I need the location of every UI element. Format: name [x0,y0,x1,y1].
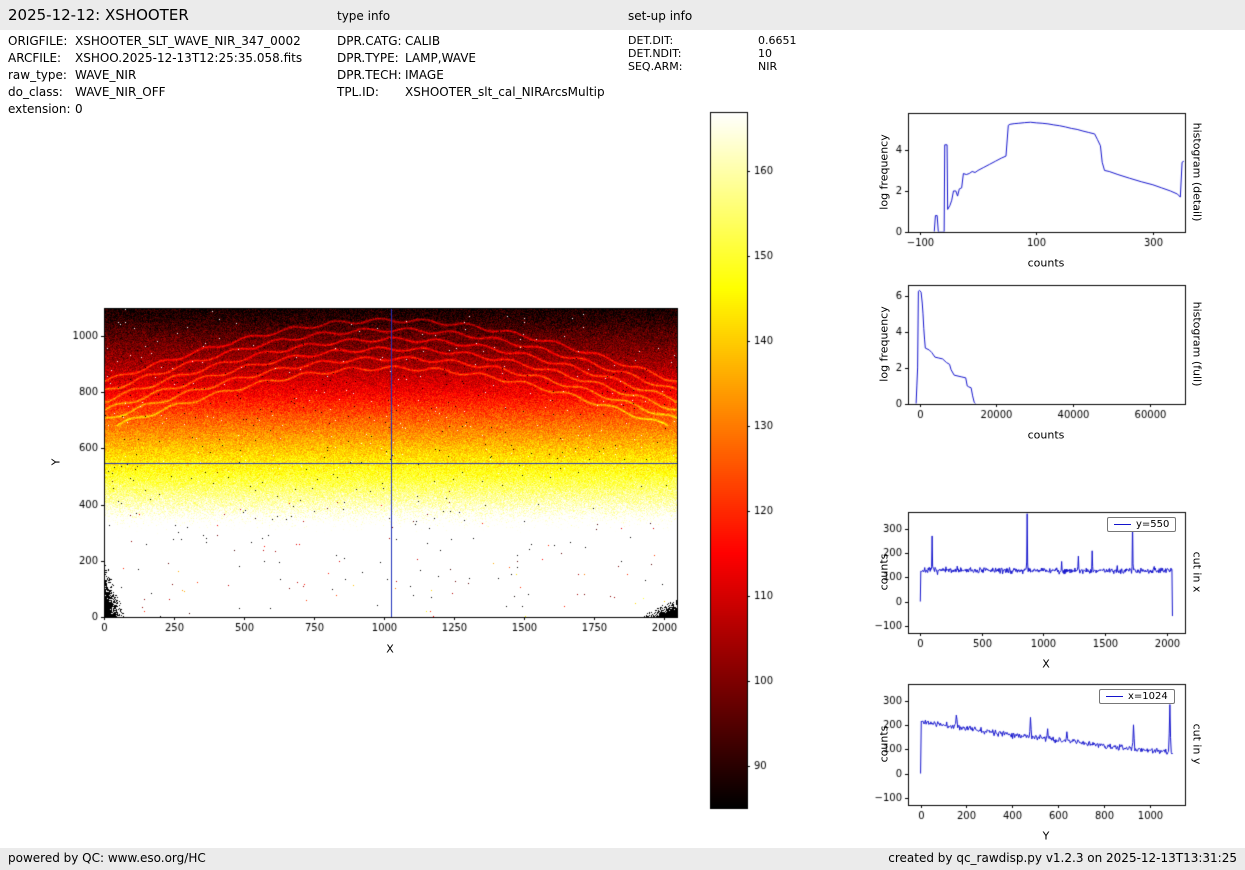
meta-label: extension: [8,102,71,116]
footer-credit-right: created by qc_rawdisp.py v1.2.3 on 2025-… [888,851,1237,865]
meta-label: ORIGFILE: [8,34,68,48]
meta-value: XSHOOTER_slt_cal_NIRArcsMultip [405,85,605,99]
cut-in-x-x-label: X [1042,657,1050,671]
legend-label: x=1024 [1128,691,1168,702]
meta-row-arcfile: ARCFILE: XSHOO.2025-12-13T12:25:35.058.fi… [8,50,302,67]
meta-value: 0.6651 [758,34,797,47]
footer-credit-left: powered by QC: www.eso.org/HC [8,851,206,865]
header-bar: 2025-12-12: XSHOOTER type info set-up in… [0,0,1245,30]
meta-row-do-class: do_class: WAVE_NIR_OFF [8,84,302,101]
meta-row-dpr-catg: DPR.CATG: CALIB [337,33,605,50]
histogram-full-side-label: histogram (full) [1190,301,1204,387]
meta-row-tpl-id: TPL.ID: XSHOOTER_slt_cal_NIRArcsMultip [337,84,605,101]
meta-value: CALIB [405,34,441,48]
setup-info-block: DET.DIT: 0.6651 DET.NDIT: 10 SEQ.ARM: NIR [628,34,797,73]
meta-value: IMAGE [405,68,444,82]
histogram-full-x-label: counts [1027,428,1065,442]
meta-label: DPR.TECH: [337,68,402,82]
histogram-detail-y-label: log frequency [877,134,891,210]
meta-row-dpr-tech: DPR.TECH: IMAGE [337,67,605,84]
meta-label: do_class: [8,85,63,99]
cut-in-y-x-label: Y [1042,829,1050,843]
cut-in-x-side-label: cut in x [1190,551,1204,593]
meta-value: WAVE_NIR_OFF [75,85,166,99]
meta-row-raw-type: raw_type: WAVE_NIR [8,67,302,84]
meta-label: DPR.TYPE: [337,51,399,65]
cut-in-y-y-label: counts [877,725,891,763]
histogram-full-y-label: log frequency [877,306,891,382]
meta-value: XSHOOTER_SLT_WAVE_NIR_347_0002 [75,34,301,48]
type-info-block: DPR.CATG: CALIB DPR.TYPE: LAMP,WAVE DPR.TE… [337,33,605,101]
legend-label: y=550 [1136,519,1170,530]
histogram-detail-x-label: counts [1027,256,1065,270]
meta-value: XSHOO.2025-12-13T12:25:35.058.fits [75,51,303,65]
file-info-block: ORIGFILE: XSHOOTER_SLT_WAVE_NIR_347_0002 … [8,33,302,118]
detector-x-axis-label: X [386,642,394,656]
legend-line-sample-icon [1106,696,1123,697]
legend-cut-in-x: y=550 [1107,517,1177,532]
legend-cut-in-y: x=1024 [1099,689,1175,704]
meta-label: DET.DIT: [628,34,674,47]
type-info-heading: type info [337,9,391,23]
meta-row-dpr-type: DPR.TYPE: LAMP,WAVE [337,50,605,67]
meta-label: TPL.ID: [337,85,379,99]
meta-row-extension: extension: 0 [8,101,302,118]
meta-value: 10 [758,47,772,60]
meta-value: WAVE_NIR [75,68,137,82]
legend-line-sample-icon [1114,524,1131,525]
setup-info-heading: set-up info [628,9,693,23]
detector-y-axis-label: Y [49,458,63,466]
meta-value: 0 [75,102,83,116]
histogram-detail-side-label: histogram (detail) [1190,122,1204,222]
meta-value: LAMP,WAVE [405,51,477,65]
meta-label: DET.NDIT: [628,47,682,60]
meta-value: NIR [758,60,778,73]
meta-row-det-ndit: DET.NDIT: 10 [628,47,797,60]
page-title: 2025-12-12: XSHOOTER [8,6,189,24]
meta-label: ARCFILE: [8,51,62,65]
meta-label: raw_type: [8,68,67,82]
meta-row-seq-arm: SEQ.ARM: NIR [628,60,797,73]
qc-report-page: 2025-12-12: XSHOOTER type info set-up in… [0,0,1245,870]
meta-row-det-dit: DET.DIT: 0.6651 [628,34,797,47]
footer-bar: powered by QC: www.eso.org/HC created by… [0,848,1245,870]
meta-label: SEQ.ARM: [628,60,683,73]
meta-label: DPR.CATG: [337,34,402,48]
cut-in-x-y-label: counts [877,553,891,591]
meta-row-origfile: ORIGFILE: XSHOOTER_SLT_WAVE_NIR_347_0002 [8,33,302,50]
cut-in-y-side-label: cut in y [1190,723,1204,765]
